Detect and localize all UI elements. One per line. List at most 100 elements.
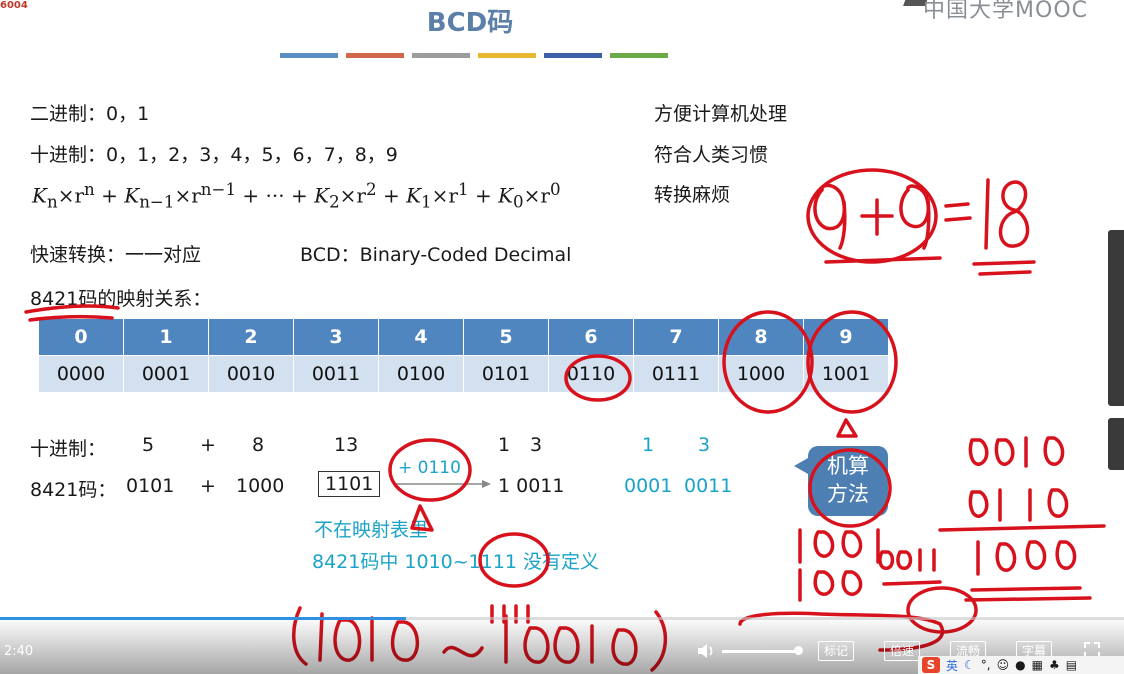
machine-method-bubble: 机算 方法 [794, 446, 888, 516]
table-row: 0000 0001 0010 0011 0100 0101 0110 0111 … [38, 355, 889, 393]
ink-work-0010 [968, 436, 1065, 468]
volume-icon[interactable] [696, 642, 716, 660]
ime-logo[interactable]: S [922, 657, 940, 673]
example-dec-plus: + [200, 434, 216, 456]
ink-work-1000b [798, 568, 863, 602]
ink-circle-9plus9 [806, 168, 938, 264]
correction-label: + 0110 [398, 458, 461, 478]
table-header-cell: 3 [293, 318, 379, 356]
table-header-cell: 1 [123, 318, 209, 356]
table-header-cell: 4 [378, 318, 464, 356]
table-header-cell: 8 [718, 318, 804, 356]
table-header-cell: 7 [633, 318, 719, 356]
ime-toolbar: S 英 ☾ °, ☺ ● ▦ ♣ ▤ [918, 656, 1124, 674]
table-header-cell: 9 [803, 318, 889, 356]
positional-formula: Kn×rn + Kn−1×rn−1 + ··· + K2×r2 + K1×r1 … [32, 180, 561, 212]
ink-rule [938, 524, 1106, 532]
example-dec-cyan-3: 3 [698, 434, 711, 456]
mapping-title: 8421码的映射关系： [30, 288, 212, 310]
table-header-cell: 2 [208, 318, 294, 356]
punctuation-icon[interactable]: °, [981, 658, 991, 672]
ink-underline [824, 256, 942, 264]
skin-icon[interactable]: ♣ [1049, 658, 1060, 672]
keyboard-icon[interactable]: ▦ [1032, 658, 1043, 672]
table-header-cell: 6 [548, 318, 634, 356]
side-panel-tab[interactable] [1108, 418, 1124, 470]
slide-title: BCD码 [426, 8, 514, 38]
mark-button[interactable]: 标记 [818, 641, 855, 661]
ink-9plus9 [813, 183, 847, 250]
table-cell: 1000 [718, 355, 804, 393]
ink-equals [944, 202, 972, 222]
example-code-sum: 1101 [318, 471, 381, 497]
example-dec-sum: 13 [334, 434, 359, 456]
current-time: 2:40 [4, 644, 34, 659]
binary-line: 二进制：0，1 [30, 103, 150, 125]
emoji-icon[interactable]: ☺ [997, 658, 1010, 672]
bubble-text: 方法 [827, 482, 869, 506]
ink-work-1000 [976, 540, 1077, 576]
table-cell: 0111 [633, 355, 719, 393]
table-cell: 0010 [208, 355, 294, 393]
ink-underline [964, 586, 1092, 602]
color-bar [280, 53, 338, 58]
ink-9plus9 [899, 184, 931, 250]
quick-convert-text: 快速转换：一一对应 [30, 244, 202, 266]
note-not-in-table: 不在映射表里 [314, 519, 429, 541]
example-dec-cyan-1: 1 [642, 434, 655, 456]
example-code-b: 1000 [236, 475, 285, 497]
volume-slider[interactable] [722, 650, 798, 653]
mic-icon[interactable]: ● [1015, 658, 1025, 672]
ink-pointer [836, 418, 858, 438]
decimal-line: 十进制：0，1，2，3，4，5，6，7，8，9 [30, 144, 398, 166]
table-cell: 0011 [293, 355, 379, 393]
ink-work-0001 [878, 548, 936, 572]
bubble-pointer [794, 458, 808, 474]
table-cell: 0001 [123, 355, 209, 393]
ink-18 [984, 178, 1030, 250]
table-cell: 0000 [38, 355, 124, 393]
table-cell: 0100 [378, 355, 464, 393]
ink-underline [972, 260, 1036, 276]
example-decimal-label: 十进制： [30, 438, 107, 460]
moon-icon[interactable]: ☾ [964, 658, 975, 672]
table-header-cell: 0 [38, 318, 124, 356]
table-cell: 0101 [463, 355, 549, 393]
bubble-text: 机算 [827, 454, 869, 478]
table-cell: 0110 [548, 355, 634, 393]
note-undefined-codes: 8421码中 1010~1111 没有定义 [312, 551, 600, 573]
ink-work-1001 [798, 528, 880, 564]
side-panel-tab[interactable] [1108, 230, 1124, 406]
speed-button[interactable]: 倍速 [884, 641, 921, 661]
table-cell: 1001 [803, 355, 889, 393]
ink-work-0110 [968, 488, 1069, 522]
example-code-cyan-2: 0011 [684, 475, 733, 497]
grid-icon[interactable]: ▤ [1066, 658, 1077, 672]
example-code-a: 0101 [126, 475, 175, 497]
mooc-logo: 中国大学MOOC [923, 0, 1088, 23]
example-code-cyan-1: 0001 [624, 475, 673, 497]
ime-lang-toggle[interactable]: 英 [946, 657, 958, 674]
title-color-bars [280, 53, 668, 58]
color-bar [412, 53, 470, 58]
side-note: 转换麻烦 [654, 184, 731, 206]
example-dec-result-1: 1 [498, 434, 511, 456]
volume-slider-handle[interactable] [794, 646, 803, 655]
ink-9plus9 [860, 198, 894, 236]
example-code-plus: + [200, 475, 216, 497]
ink-underline [882, 580, 942, 586]
side-note: 方便计算机处理 [654, 103, 788, 125]
table-header-row: 0 1 2 3 4 5 6 7 8 9 [38, 318, 889, 356]
table-header-cell: 5 [463, 318, 549, 356]
example-dec-a: 5 [142, 434, 155, 456]
progress-bar-fill [0, 617, 406, 620]
color-bar [346, 53, 404, 58]
bcd-definition: BCD：Binary-Coded Decimal [300, 244, 572, 266]
example-code-label: 8421码： [30, 479, 117, 501]
color-bar [544, 53, 602, 58]
color-bar [610, 53, 668, 58]
example-dec-result-3: 3 [530, 434, 543, 456]
arrow-right-icon [396, 480, 491, 488]
example-dec-b: 8 [252, 434, 265, 456]
example-code-result: 1 0011 [498, 475, 565, 497]
